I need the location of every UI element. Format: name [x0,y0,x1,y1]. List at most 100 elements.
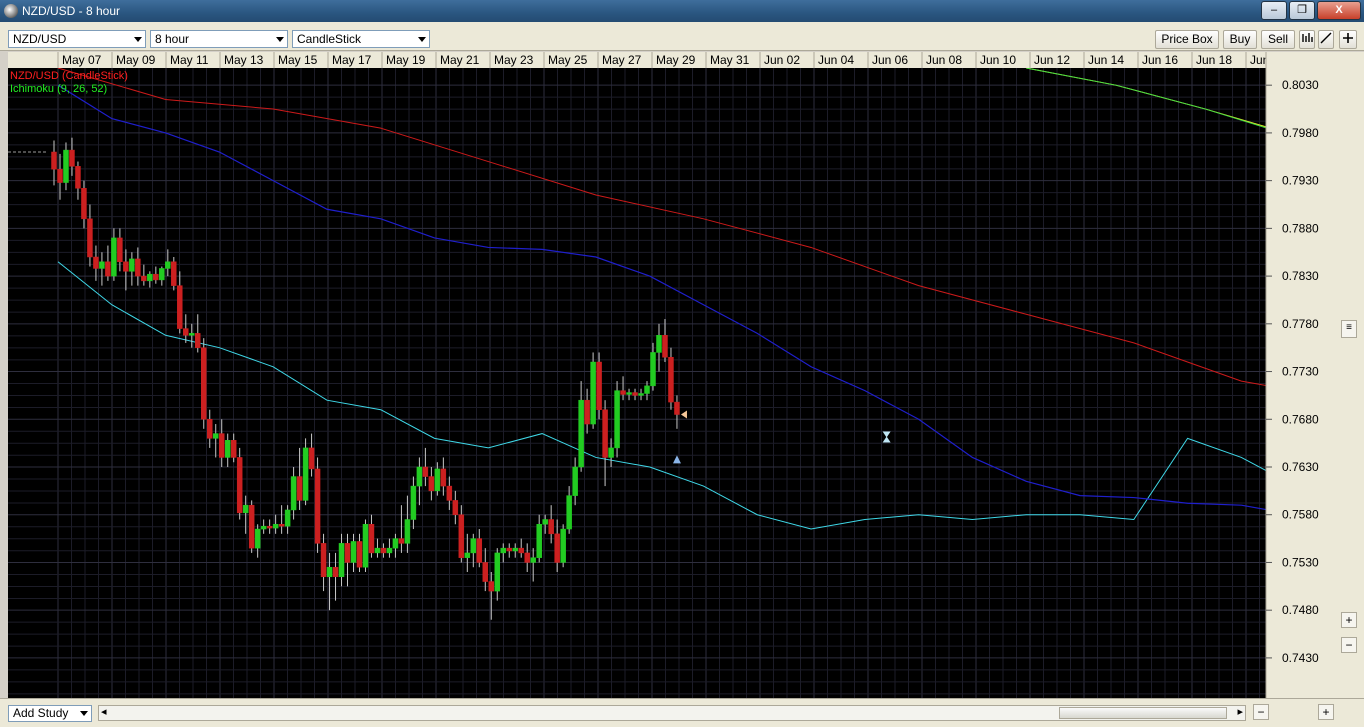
chart-type-select[interactable]: CandleStick [292,30,430,48]
y-tick-label: 0.7530 [1282,555,1319,569]
scroll-left-icon[interactable]: ◂ [101,705,107,718]
candle-up [224,440,231,458]
candle-down [314,468,321,544]
candle-down [75,166,81,189]
candle-up [566,495,572,530]
candle-down [332,566,339,578]
y-tick-label: 0.7880 [1282,221,1319,235]
candle-up [404,519,411,544]
candle-down [87,218,93,258]
x-tick-label: Jun 14 [1088,53,1124,67]
title-bar: NZD/USD - 8 hour – ❐ X [0,0,1364,22]
period-select[interactable]: 8 hour [150,30,288,48]
zoom-out-horizontal-button[interactable]: − [1253,704,1269,720]
candle-down [458,514,465,558]
candle-down [230,440,237,458]
app-icon [4,4,18,18]
x-tick-label: May 19 [386,53,426,67]
candle-up [165,261,171,269]
candle-down [195,333,201,348]
buy-button[interactable]: Buy [1223,30,1257,49]
candle-down [596,361,602,410]
candle-up [99,261,105,269]
zoom-in-horizontal-button[interactable]: + [1318,704,1334,720]
symbol-select[interactable]: NZD/USD [8,30,146,48]
candle-down [482,562,489,582]
candle-up [284,509,291,527]
candle-down [518,547,524,554]
candle-down [201,347,207,420]
period-value: 8 hour [155,32,190,46]
candle-down [356,541,363,568]
x-tick-label: May 23 [494,53,534,67]
candle-down [69,149,75,167]
window-title: NZD/USD - 8 hour [22,4,121,18]
bar-chart-icon[interactable] [1299,30,1315,49]
candle-up [159,268,165,281]
x-tick-label: May 27 [602,53,642,67]
candle-down [57,168,63,183]
scroll-right-icon[interactable]: ▸ [1237,705,1243,718]
x-tick-label: May 11 [170,53,209,67]
candle-up [542,519,548,525]
close-button[interactable]: X [1317,1,1361,20]
y-tick-label: 0.7580 [1282,508,1319,522]
candle-up [434,468,441,492]
candle-down [662,335,668,358]
zoom-in-vertical-button[interactable]: + [1341,612,1357,628]
candle-down [135,258,141,277]
chevron-down-icon [276,37,284,42]
y-tick-label: 0.7630 [1282,460,1319,474]
candle-up [302,447,309,501]
candle-up [338,543,345,578]
x-tick-label: Jun 16 [1142,53,1178,67]
x-tick-label: May 09 [116,53,156,67]
chart-area[interactable]: May 07 May 09 May 11 May 13 May 15 May 17 May … [8,52,1364,698]
candle-up [530,557,536,563]
candle-down [236,457,243,514]
x-tick-label: May 13 [224,53,264,67]
right-scrollbar[interactable]: ≡ + − [1337,52,1364,698]
zoom-in-icon[interactable] [1339,30,1357,49]
y-tick-label: 0.7930 [1282,174,1319,188]
candle-down [344,543,351,563]
candle-down [422,466,429,477]
price-box-button[interactable]: Price Box [1155,30,1219,49]
minimize-button[interactable]: – [1261,1,1287,20]
draw-line-icon[interactable] [1318,30,1334,49]
chevron-down-icon [134,37,142,42]
maximize-button[interactable]: ❐ [1289,1,1315,20]
candle-down [368,524,375,554]
candle-up [362,524,369,568]
legend-indicator-label: Ichimoku (9, 26, 52) [10,83,107,95]
sell-button[interactable]: Sell [1261,30,1295,49]
horizontal-scrollbar[interactable]: ◂ ▸ [98,705,1246,721]
price-chart[interactable]: May 07 May 09 May 11 May 13 May 15 May 17 May … [8,52,1364,698]
candle-down [153,273,159,281]
x-tick-label: Jun 06 [872,53,908,67]
candle-up [189,333,195,336]
candle-up [350,541,357,563]
candle-up [272,524,279,529]
horizontal-scroll-thumb[interactable] [1059,707,1227,719]
candle-up [290,476,297,511]
candle-up [512,547,518,552]
y-tick-label: 0.7680 [1282,412,1319,426]
candle-up [494,552,501,592]
candle-down [248,504,255,549]
candle-down [183,328,189,336]
candle-down [123,261,129,272]
candle-down [278,524,285,527]
add-study-select[interactable]: Add Study [8,705,92,722]
chevron-down-icon [418,37,426,42]
candle-up [129,258,135,272]
candle-up [386,547,393,554]
candle-down [218,433,225,458]
zoom-out-vertical-button[interactable]: − [1341,637,1357,653]
symbol-value: NZD/USD [13,32,67,46]
candle-down [81,188,87,220]
vertical-scroll-thumb[interactable]: ≡ [1341,320,1357,338]
candle-down [93,256,99,269]
candle-down [141,275,147,282]
candle-down [554,533,560,563]
